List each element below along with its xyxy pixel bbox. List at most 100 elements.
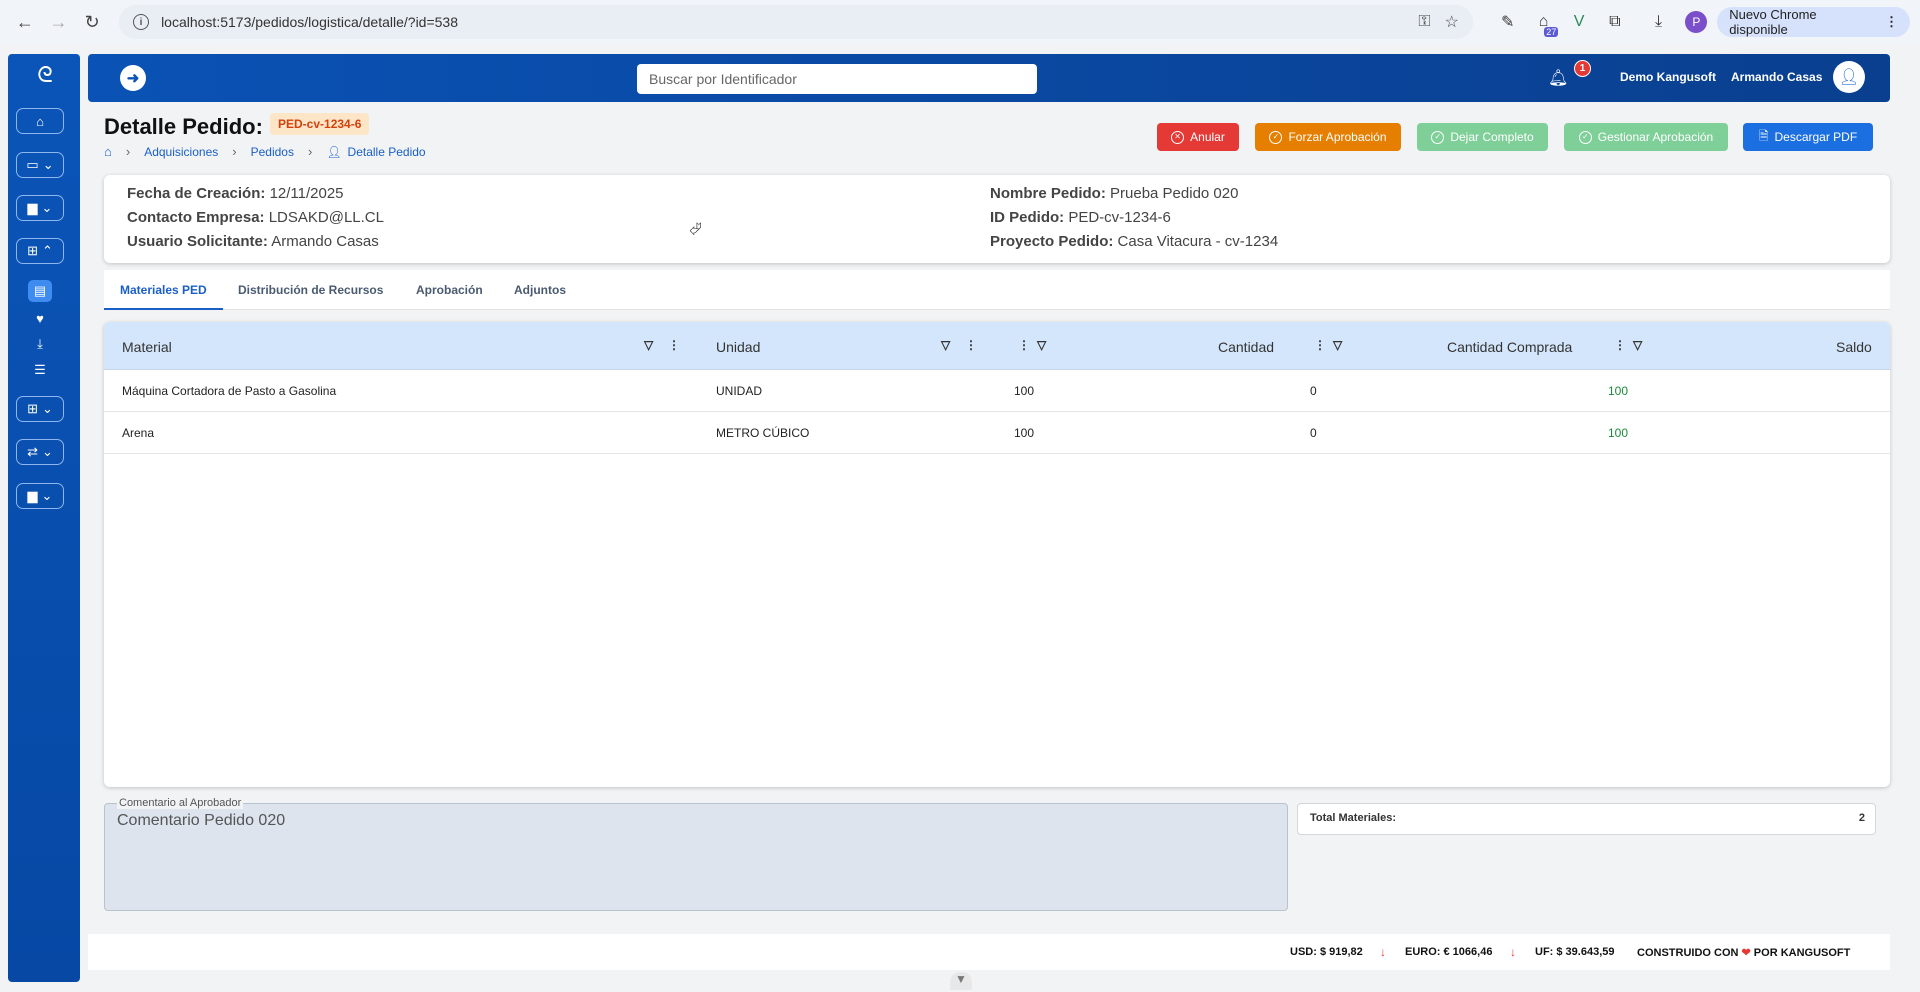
sidebar-sub-hand-heart[interactable]: ♥: [28, 307, 52, 329]
site-info-icon[interactable]: i: [133, 14, 150, 30]
table-row[interactable]: Máquina Cortadora de Pasto a Gasolina UN…: [104, 370, 1890, 412]
column-header-unidad[interactable]: Unidad: [716, 339, 760, 355]
comentario-aprobador-field[interactable]: Comentario al Aprobador Comentario Pedid…: [104, 797, 1288, 911]
search-input[interactable]: [637, 64, 1037, 94]
forzar-label: Forzar Aprobación: [1288, 130, 1387, 144]
cell-material: Arena: [122, 426, 155, 440]
anular-button[interactable]: ✕ Anular: [1157, 123, 1239, 151]
sidebar-hierarchy-menu[interactable]: ⊞ ⌃: [16, 238, 64, 264]
column-menu-icon[interactable]: ⋮: [1314, 338, 1326, 352]
column-header-cantidad-comprada[interactable]: Cantidad Comprada: [1447, 339, 1572, 355]
comentario-label: Comentario al Aprobador: [117, 797, 244, 809]
breadcrumb-item-detalle: Detalle Pedido: [347, 144, 426, 159]
tab-aprobacion[interactable]: Aprobación: [416, 283, 483, 297]
cell-material: Máquina Cortadora de Pasto a Gasolina: [122, 384, 337, 398]
exchange-icon: ⇄: [27, 444, 38, 459]
dejar-completo-button[interactable]: ✓ Dejar Completo: [1417, 123, 1548, 151]
info-fecha: Fecha de Creación: 12/11/2025: [127, 185, 344, 202]
user-name[interactable]: Armando Casas: [1731, 70, 1822, 84]
extension-badge: 27: [1544, 27, 1559, 37]
filter-icon[interactable]: ▽: [1633, 338, 1642, 352]
sidebar-home-button[interactable]: ⌂: [16, 108, 64, 134]
kangusoft-logo-icon: ᘓ: [37, 62, 53, 87]
info-proyecto: Proyecto Pedido: Casa Vitacura - cv-1234: [990, 233, 1279, 250]
chevron-down-icon: ⌄: [41, 488, 53, 503]
chevron-down-icon: ⌄: [42, 157, 54, 172]
forward-icon[interactable]: →: [44, 7, 74, 37]
filter-icon[interactable]: ▽: [644, 338, 653, 352]
breadcrumb-home-icon[interactable]: ⌂: [104, 144, 112, 159]
info-usuario: Usuario Solicitante: Armando Casas: [127, 233, 379, 250]
bookmark-star-icon[interactable]: ☆: [1445, 12, 1459, 32]
page-title: Detalle Pedido:: [104, 114, 263, 139]
table-header: Material ▽ ⋮ Unidad ▽ ⋮ ⋮ ▽ Cantidad ⋮ ▽…: [104, 322, 1890, 370]
collapse-footer-chevron-icon[interactable]: ▼: [950, 972, 972, 990]
forzar-aprobacion-button[interactable]: ✓ Forzar Aprobación: [1255, 123, 1401, 151]
info-id: ID Pedido: PED-cv-1234-6: [990, 209, 1171, 226]
column-header-saldo[interactable]: Saldo: [1836, 339, 1872, 355]
check-circle-icon: ✓: [1431, 130, 1445, 144]
kebab-menu-icon: ⋮: [1884, 14, 1898, 29]
breadcrumb: ⌂ › Adquisiciones › Pedidos › 👤︎ Detalle…: [104, 144, 426, 159]
folder-icon: ▆: [27, 200, 38, 215]
column-menu-icon[interactable]: ⋮: [965, 338, 977, 352]
column-menu-icon[interactable]: ⋮: [1018, 338, 1030, 352]
tab-bar: Materiales PED Distribución de Recursos …: [104, 270, 1890, 310]
anular-label: Anular: [1190, 130, 1225, 144]
sidebar-sub-download[interactable]: ⤓: [28, 333, 52, 355]
cell-saldo: 100: [1608, 384, 1629, 398]
filter-icon[interactable]: ▽: [1037, 338, 1046, 352]
sidebar-folder-menu[interactable]: ▆ ⌄: [16, 195, 64, 221]
breadcrumb-item-adquisiciones[interactable]: Adquisiciones: [144, 145, 218, 159]
sidebar-monitor-menu[interactable]: ▭ ⌄: [16, 152, 64, 178]
tab-materiales[interactable]: Materiales PED: [120, 283, 207, 297]
reload-icon[interactable]: ↻: [77, 7, 107, 37]
materials-table: Material ▽ ⋮ Unidad ▽ ⋮ ⋮ ▽ Cantidad ⋮ ▽…: [104, 322, 1890, 787]
column-menu-icon[interactable]: ⋮: [668, 338, 680, 352]
extensions-puzzle-icon[interactable]: ⧉: [1602, 9, 1628, 35]
tab-adjuntos[interactable]: Adjuntos: [514, 283, 566, 297]
comentario-text: Comentario Pedido 020: [117, 812, 286, 829]
check-circle-icon: ✓: [1578, 130, 1592, 144]
user-avatar-icon[interactable]: 👤︎: [1833, 61, 1865, 93]
sidebar-sub-document[interactable]: ▤: [28, 280, 52, 302]
tab-distribucion[interactable]: Distribución de Recursos: [238, 283, 383, 297]
app-header: ➜ 🔔︎ 1 Demo Kangusoft Armando Casas 👤︎: [88, 54, 1890, 102]
chevron-up-icon: ⌃: [42, 243, 53, 258]
cell-unidad: UNIDAD: [716, 384, 763, 398]
downloads-icon[interactable]: ⤓: [1646, 9, 1672, 35]
profile-avatar[interactable]: P: [1685, 11, 1708, 33]
column-header-material[interactable]: Material: [122, 339, 172, 355]
descargar-pdf-button[interactable]: 🗎︎ Descargar PDF: [1743, 123, 1873, 151]
eyedropper-extension-icon[interactable]: ✎: [1495, 9, 1521, 35]
column-menu-icon[interactable]: ⋮: [1614, 338, 1626, 352]
mouse-cursor-icon: ⮰: [689, 221, 702, 238]
home-icon: ⌂: [36, 113, 44, 129]
column-header-cantidad[interactable]: Cantidad: [1218, 339, 1274, 355]
check-circle-icon: ✓: [1269, 130, 1283, 144]
bell-icon[interactable]: 🔔︎: [1548, 68, 1568, 88]
gestionar-aprobacion-button[interactable]: ✓ Gestionar Aprobación: [1564, 123, 1728, 151]
sidebar-hierarchy2-menu[interactable]: ⊞ ⌄: [16, 396, 64, 422]
sidebar-folder2-menu[interactable]: ▆ ⌄: [16, 483, 64, 509]
footer: USD: $ 919,82 ↓ EURO: € 1066,46 ↓ UF: $ …: [88, 934, 1890, 970]
filter-icon[interactable]: ▽: [941, 338, 950, 352]
filter-icon[interactable]: ▽: [1333, 338, 1342, 352]
address-bar[interactable]: i localhost:5173/pedidos/logistica/detal…: [119, 5, 1473, 39]
chevron-down-icon: ⌄: [41, 200, 53, 215]
back-icon[interactable]: ←: [10, 7, 40, 37]
cell-cantidad: 100: [1014, 426, 1035, 440]
toggle-sidebar-arrow-icon[interactable]: ➜: [120, 65, 146, 91]
extension-badge-icon[interactable]: ⌂ 27: [1531, 9, 1559, 37]
chrome-update-button[interactable]: Nuevo Chrome disponible ⋮: [1717, 7, 1910, 37]
password-key-icon[interactable]: ⚿: [1418, 13, 1430, 31]
info-contacto: Contacto Empresa: LDSAKD@LL.CL: [127, 209, 384, 226]
sidebar-exchange-menu[interactable]: ⇄ ⌄: [16, 439, 64, 465]
company-name[interactable]: Demo Kangusoft: [1620, 70, 1716, 84]
breadcrumb-item-pedidos[interactable]: Pedidos: [251, 145, 294, 159]
table-row[interactable]: Arena METRO CÚBICO 100 0 100: [104, 412, 1890, 454]
chevron-down-icon: ⌄: [42, 401, 53, 416]
sidebar-sub-sliders[interactable]: ☰: [28, 359, 52, 381]
built-with-text: CONSTRUIDO CON ❤ POR KANGUSOFT: [1637, 947, 1851, 959]
vue-devtools-icon[interactable]: V: [1566, 9, 1592, 35]
